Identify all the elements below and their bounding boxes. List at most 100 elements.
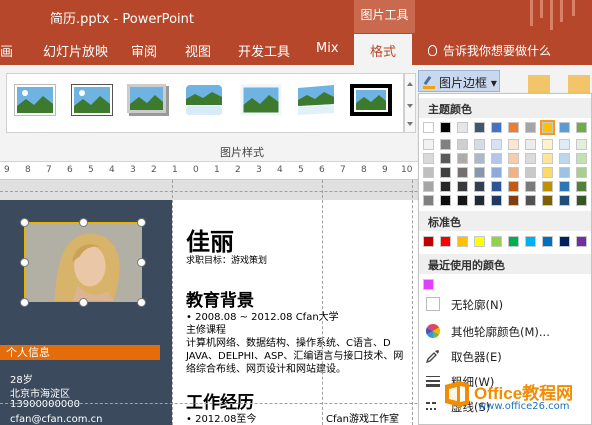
theme-shade-swatch[interactable] (508, 195, 519, 206)
theme-shade-swatch[interactable] (491, 139, 502, 150)
standard-color-swatch[interactable] (457, 236, 468, 247)
more-outline-colors-item[interactable]: 其他轮廓颜色(M)... (419, 319, 591, 343)
theme-shade-swatch[interactable] (559, 167, 570, 178)
tab-developer[interactable]: 开发工具 (238, 41, 290, 60)
style-thumb-7[interactable] (350, 84, 392, 116)
gallery-scrollbar[interactable] (404, 73, 416, 133)
work-company[interactable]: Cfan游戏工作室 (326, 410, 399, 425)
theme-shade-swatch[interactable] (474, 195, 485, 206)
theme-shade-swatch[interactable] (474, 167, 485, 178)
theme-shade-swatch[interactable] (576, 153, 587, 164)
theme-color-swatch[interactable] (474, 122, 485, 133)
theme-shade-swatch[interactable] (440, 181, 451, 192)
theme-shade-swatch[interactable] (576, 181, 587, 192)
tab-slide-show[interactable]: 幻灯片放映 (43, 41, 108, 60)
theme-shade-swatch[interactable] (508, 153, 519, 164)
theme-shade-swatch[interactable] (457, 153, 468, 164)
resize-handle[interactable] (20, 258, 29, 267)
theme-color-swatch[interactable] (559, 122, 570, 133)
job-objective[interactable]: 求职目标：游戏策划 (186, 253, 267, 266)
theme-color-swatch[interactable] (423, 122, 434, 133)
theme-shade-swatch[interactable] (508, 139, 519, 150)
tab-review[interactable]: 审阅 (131, 41, 157, 60)
recent-color-swatch[interactable] (423, 279, 434, 290)
theme-shade-swatch[interactable] (576, 139, 587, 150)
theme-shade-swatch[interactable] (491, 195, 502, 206)
theme-color-swatch[interactable] (491, 122, 502, 133)
gallery-down-icon[interactable] (407, 104, 413, 108)
standard-color-swatch[interactable] (440, 236, 451, 247)
theme-shade-swatch[interactable] (559, 195, 570, 206)
theme-shade-swatch[interactable] (525, 167, 536, 178)
style-thumb-3[interactable] (127, 84, 169, 116)
theme-shade-swatch[interactable] (542, 139, 553, 150)
theme-shade-swatch[interactable] (525, 153, 536, 164)
eyedropper-item[interactable]: 取色器(E) (419, 344, 591, 368)
theme-shade-swatch[interactable] (576, 167, 587, 178)
resize-handle[interactable] (137, 298, 146, 307)
tab-format[interactable]: 格式 (354, 34, 413, 65)
theme-shade-swatch[interactable] (457, 139, 468, 150)
theme-shade-swatch[interactable] (525, 139, 536, 150)
standard-color-swatch[interactable] (474, 236, 485, 247)
theme-color-swatch[interactable] (525, 122, 536, 133)
theme-shade-swatch[interactable] (508, 167, 519, 178)
standard-color-swatch[interactable] (508, 236, 519, 247)
tell-me-box[interactable]: 告诉我你想要做什么 (428, 42, 551, 59)
theme-shade-swatch[interactable] (542, 167, 553, 178)
standard-color-swatch[interactable] (423, 236, 434, 247)
theme-color-swatch[interactable] (440, 122, 451, 133)
picture-border-button[interactable]: 图片边框 ▾ (418, 70, 500, 92)
theme-shade-swatch[interactable] (576, 195, 587, 206)
theme-color-swatch[interactable] (540, 120, 555, 135)
theme-shade-swatch[interactable] (423, 167, 434, 178)
theme-shade-swatch[interactable] (423, 153, 434, 164)
theme-shade-swatch[interactable] (474, 181, 485, 192)
theme-shade-swatch[interactable] (508, 181, 519, 192)
theme-color-swatch[interactable] (576, 122, 587, 133)
theme-shade-swatch[interactable] (542, 195, 553, 206)
theme-shade-swatch[interactable] (440, 153, 451, 164)
style-thumb-1[interactable] (14, 84, 56, 116)
style-thumb-6[interactable] (295, 84, 337, 116)
resume-name[interactable]: 佳丽 (186, 222, 234, 257)
no-outline-item[interactable]: 无轮廓(N) (419, 292, 591, 316)
theme-shade-swatch[interactable] (440, 195, 451, 206)
theme-shade-swatch[interactable] (525, 195, 536, 206)
tab-animations[interactable]: 画 (0, 41, 13, 60)
resize-handle[interactable] (20, 218, 29, 227)
style-thumb-2[interactable] (71, 84, 113, 116)
resize-handle[interactable] (79, 298, 88, 307)
resize-handle[interactable] (79, 218, 88, 227)
profile-photo[interactable] (24, 222, 142, 302)
theme-color-swatch[interactable] (457, 122, 468, 133)
theme-shade-swatch[interactable] (457, 167, 468, 178)
theme-shade-swatch[interactable] (542, 181, 553, 192)
theme-shade-swatch[interactable] (491, 167, 502, 178)
gallery-up-icon[interactable] (407, 82, 413, 86)
gallery-more-icon[interactable] (407, 122, 413, 126)
style-thumb-4[interactable] (183, 84, 225, 116)
theme-shade-swatch[interactable] (474, 139, 485, 150)
resize-handle[interactable] (20, 298, 29, 307)
theme-shade-swatch[interactable] (525, 181, 536, 192)
theme-shade-swatch[interactable] (457, 181, 468, 192)
theme-shade-swatch[interactable] (423, 139, 434, 150)
theme-color-swatch[interactable] (508, 122, 519, 133)
theme-shade-swatch[interactable] (559, 181, 570, 192)
slide-canvas[interactable]: 个人信息 28岁 北京市海淀区 13900000000 cfan@cfan.co… (0, 200, 480, 425)
standard-color-swatch[interactable] (542, 236, 553, 247)
standard-color-swatch[interactable] (491, 236, 502, 247)
theme-shade-swatch[interactable] (457, 195, 468, 206)
theme-shade-swatch[interactable] (559, 153, 570, 164)
resize-handle[interactable] (137, 258, 146, 267)
theme-shade-swatch[interactable] (559, 139, 570, 150)
theme-shade-swatch[interactable] (423, 195, 434, 206)
theme-shade-swatch[interactable] (542, 153, 553, 164)
theme-shade-swatch[interactable] (474, 153, 485, 164)
work-line[interactable]: • 2012.08至今 (186, 410, 256, 425)
standard-color-swatch[interactable] (525, 236, 536, 247)
style-thumb-5[interactable] (240, 84, 282, 116)
theme-shade-swatch[interactable] (440, 139, 451, 150)
standard-color-swatch[interactable] (559, 236, 570, 247)
